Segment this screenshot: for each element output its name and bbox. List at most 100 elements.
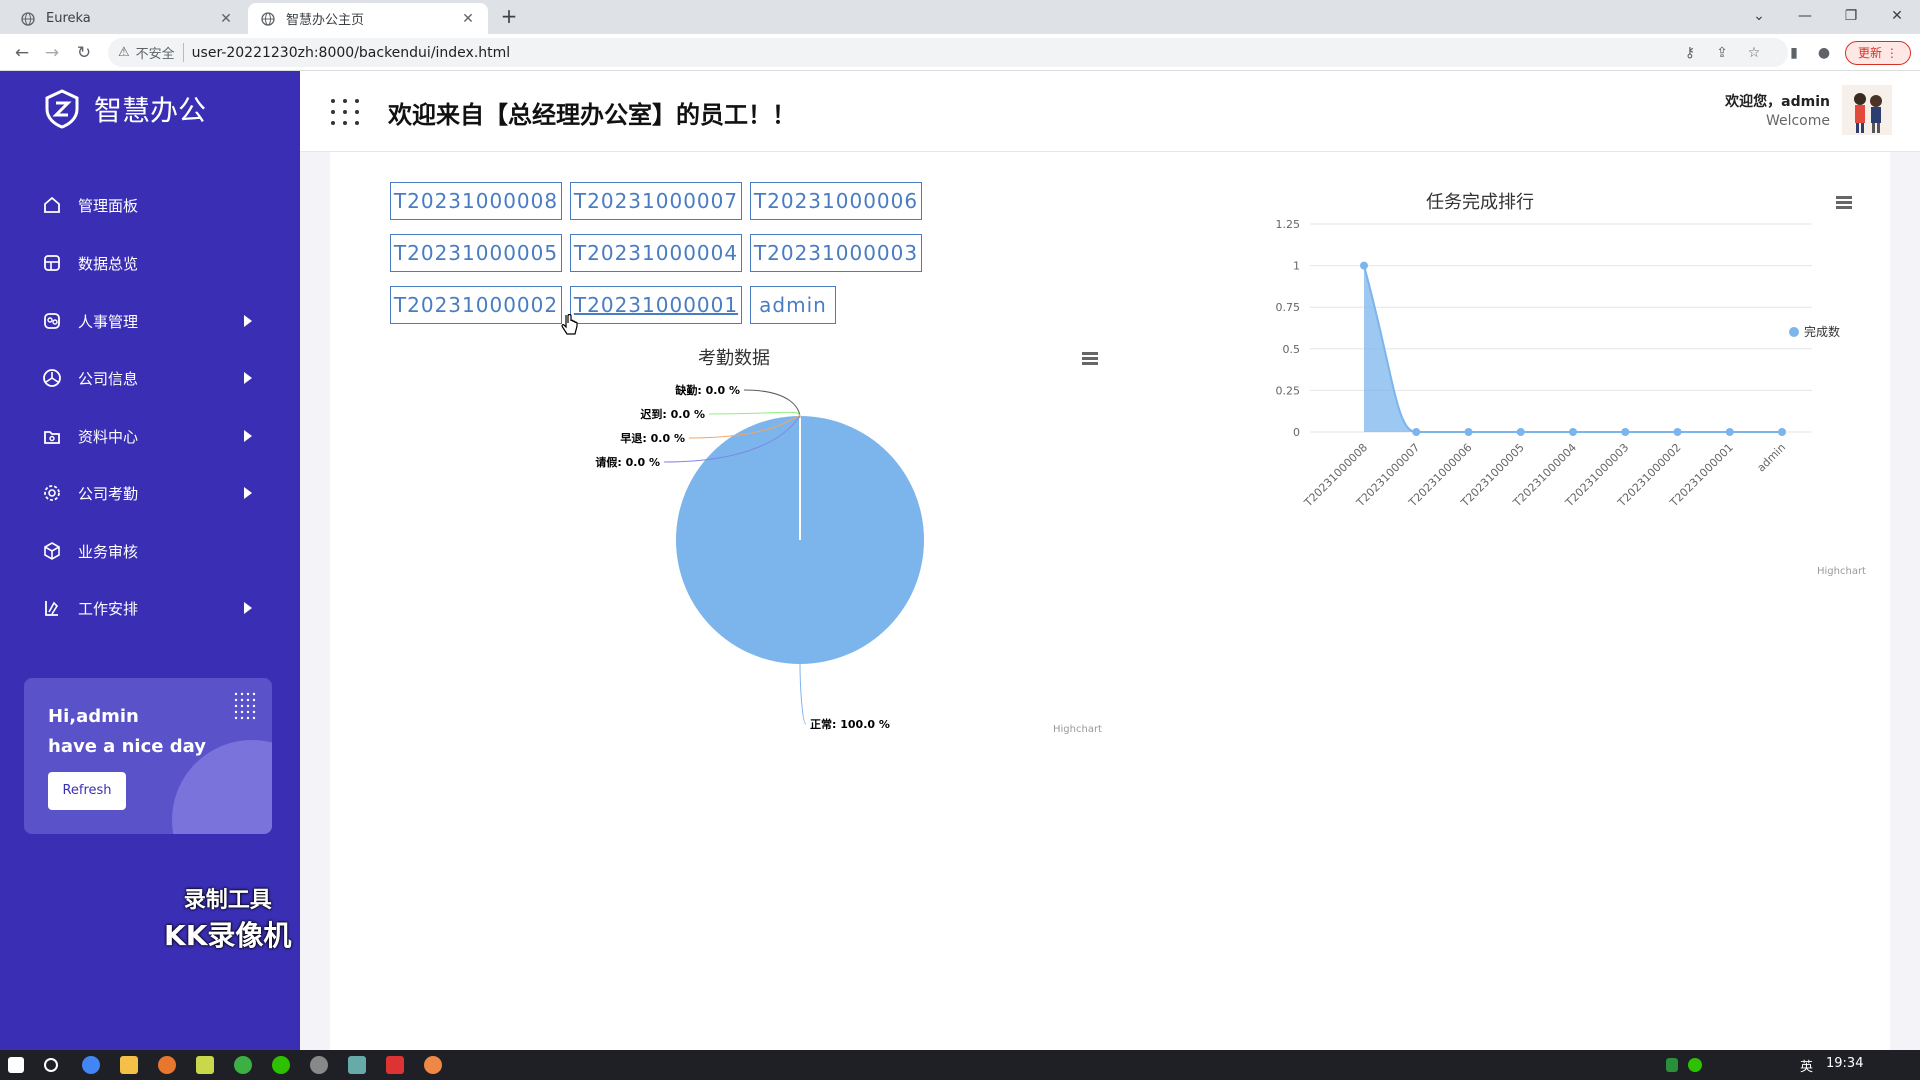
company-icon (40, 366, 64, 390)
pie-chart-credit: Highchart (1053, 724, 1102, 735)
y-tick-label: 0.5 (1283, 343, 1301, 356)
sidebar-item-personnel[interactable]: 人事管理 (40, 301, 260, 341)
user-button[interactable]: T20231000005 (390, 234, 562, 272)
user-button[interactable]: T20231000001 (570, 286, 742, 324)
sidebar-item-label: 资料中心 (78, 427, 139, 446)
settings-icon[interactable] (310, 1056, 328, 1074)
home-icon (40, 193, 64, 217)
area-chart-menu-icon[interactable] (1836, 196, 1852, 210)
user-button[interactable]: T20231000008 (390, 182, 562, 220)
area-chart-credit: Highchart (1817, 566, 1866, 577)
dots-grid-icon (234, 692, 256, 720)
greeting-line-2: have a nice day (48, 736, 206, 757)
search-app-icon[interactable] (158, 1056, 176, 1074)
legend-label: 完成数 (1804, 324, 1840, 339)
sidebar-item-label: 人事管理 (78, 312, 139, 331)
clock[interactable]: 19:34 (1826, 1056, 1863, 1071)
url-text: user-20221230zh:8000/backendui/index.htm… (191, 44, 511, 61)
tray-app-icon[interactable] (1666, 1058, 1678, 1072)
user-greeting: 欢迎您，admin (1725, 94, 1830, 110)
globe-icon (20, 11, 36, 27)
wps-icon[interactable] (386, 1056, 404, 1074)
wechat-icon[interactable] (272, 1056, 290, 1074)
x-tick-label: admin (1755, 441, 1789, 475)
close-icon[interactable]: ✕ (218, 11, 234, 27)
sidebar-item-review[interactable]: 业务审核 (40, 531, 260, 571)
notepad-icon[interactable] (196, 1056, 214, 1074)
windows-start-icon[interactable] (8, 1057, 24, 1073)
file-explorer-icon[interactable] (120, 1056, 138, 1074)
profile-icon[interactable]: ● (1814, 43, 1834, 63)
y-tick-label: 0.25 (1276, 384, 1301, 397)
user-button[interactable]: T20231000002 (390, 286, 562, 324)
greeting-line-1: Hi,admin (48, 706, 139, 727)
data-point (1516, 428, 1525, 436)
close-icon[interactable]: ✕ (460, 11, 476, 27)
dashboard-icon (40, 251, 64, 275)
warning-icon: ⚠ (118, 45, 130, 60)
sidebar-item-label: 业务审核 (78, 542, 139, 561)
star-icon[interactable]: ☆ (1744, 43, 1764, 63)
restore-button[interactable]: ❐ (1836, 4, 1866, 28)
folder-icon (40, 424, 64, 448)
apps-grid-icon[interactable] (330, 98, 360, 126)
chrome-icon[interactable] (82, 1056, 100, 1074)
user-button[interactable]: admin (750, 286, 836, 324)
user-greeting-sub: Welcome (1765, 113, 1830, 129)
sidebar-item-dashboard[interactable]: 管理面板 (40, 185, 260, 225)
app-logo[interactable]: 智慧办公 (44, 89, 206, 129)
minimize-button[interactable]: — (1790, 4, 1820, 28)
input-language[interactable]: 英 (1800, 1056, 1813, 1075)
hand-cursor-icon (561, 314, 578, 335)
data-point (1778, 428, 1786, 436)
app-name: 智慧办公 (94, 94, 207, 127)
task-completion-chart: 00.250.50.7511.25T20231000008T2023100000… (1276, 218, 1841, 510)
sidebar-item-attendance[interactable]: 公司考勤 (40, 473, 260, 513)
caret-right-icon (244, 487, 252, 499)
back-button[interactable]: ← (10, 41, 34, 65)
caret-right-icon (244, 315, 252, 327)
refresh-button[interactable]: Refresh (48, 772, 126, 810)
update-button[interactable]: 更新 ⋮ (1845, 41, 1911, 65)
tray-wechat-icon[interactable] (1688, 1058, 1702, 1072)
data-point (1569, 428, 1577, 436)
sidebar-item-overview[interactable]: 数据总览 (40, 243, 260, 283)
watermark-line-1: 录制工具 (183, 888, 272, 913)
pie-chart-title: 考勤数据 (698, 348, 770, 369)
tab-smart-office[interactable]: 智慧办公主页 ✕ (248, 3, 488, 34)
data-point (1673, 428, 1682, 436)
top-header: 欢迎来自【总经理办公室】的员工！！ 欢迎您，admin Welcome (300, 71, 1920, 152)
remote-desktop-icon[interactable] (348, 1056, 366, 1074)
sidebar-item-company-info[interactable]: 公司信息 (40, 358, 260, 398)
windows-taskbar: 英 19:34 (0, 1050, 1920, 1080)
url-field[interactable]: ⚠ 不安全 user-20221230zh:8000/backendui/ind… (108, 38, 1788, 67)
y-tick-label: 0.75 (1276, 301, 1301, 314)
y-tick-label: 1 (1293, 260, 1300, 273)
globe-icon (260, 11, 276, 27)
app-icon[interactable] (234, 1056, 252, 1074)
pie-chart-menu-icon[interactable] (1082, 352, 1098, 366)
user-button[interactable]: T20231000004 (570, 234, 742, 272)
user-button[interactable]: T20231000003 (750, 234, 922, 272)
close-window-button[interactable]: ✕ (1882, 4, 1912, 28)
share-icon[interactable]: ⇪ (1712, 43, 1732, 63)
sidebar-item-resources[interactable]: 资料中心 (40, 416, 260, 456)
user-button[interactable]: T20231000007 (570, 182, 742, 220)
data-point (1412, 428, 1421, 436)
pie-data-label: 迟到: 0.0 % (640, 407, 705, 421)
user-button[interactable]: T20231000006 (750, 182, 922, 220)
main-content: T20231000008 T20231000007 T20231000006 T202… (330, 152, 1890, 1050)
reload-button[interactable]: ↻ (72, 41, 96, 65)
search-icon[interactable] (44, 1058, 58, 1072)
new-tab-button[interactable]: + (498, 6, 520, 28)
key-icon[interactable]: ⚷ (1680, 43, 1700, 63)
chevron-down-icon[interactable]: ⌄ (1744, 4, 1774, 28)
recorder-icon[interactable] (424, 1056, 442, 1074)
avatar[interactable] (1842, 85, 1892, 135)
forward-button[interactable]: → (40, 41, 64, 65)
sidepanel-icon[interactable]: ▮ (1784, 43, 1804, 63)
sidebar-item-schedule[interactable]: 工作安排 (40, 588, 260, 628)
data-point (1360, 261, 1368, 270)
tab-eureka[interactable]: Eureka ✕ (8, 3, 246, 34)
tab-title: 智慧办公主页 (286, 13, 365, 28)
